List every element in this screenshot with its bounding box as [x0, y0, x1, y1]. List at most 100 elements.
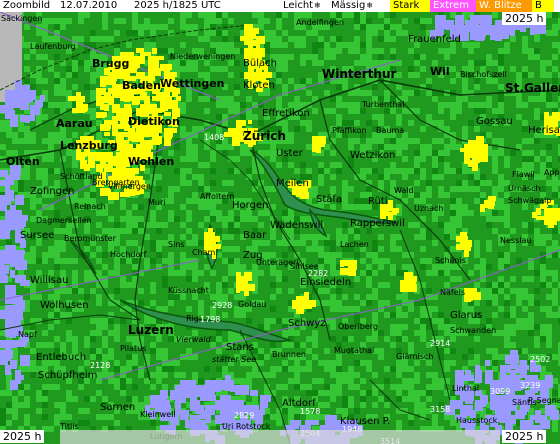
moderate-rain-cell [228, 258, 234, 264]
light-rain-cell [450, 234, 456, 240]
light-rain-cell [192, 372, 198, 378]
light-rain-cell [228, 102, 234, 108]
light-rain-cell [312, 54, 318, 60]
snow-cell [260, 405, 265, 415]
light-rain-cell [534, 156, 540, 162]
light-rain-cell [96, 294, 102, 300]
heavy-rain-cell [256, 72, 264, 78]
light-rain-cell [156, 354, 162, 360]
light-rain-cell [552, 312, 558, 318]
moderate-rain-cell [468, 120, 474, 126]
moderate-rain-cell [270, 282, 276, 288]
light-rain-cell [72, 270, 78, 276]
moderate-rain-cell [114, 288, 120, 294]
heavy-rain-cell [480, 156, 488, 162]
light-rain-cell [510, 276, 516, 282]
light-rain-cell [354, 60, 360, 66]
moderate-rain-cell [162, 276, 168, 282]
light-rain-cell [438, 186, 444, 192]
light-rain-cell [366, 60, 372, 66]
moderate-rain-cell [456, 180, 462, 186]
light-rain-cell [54, 402, 60, 408]
moderate-rain-cell [522, 156, 528, 162]
light-rain-cell [456, 276, 462, 282]
light-rain-cell [228, 234, 234, 240]
light-rain-cell [192, 354, 198, 360]
light-rain-cell [288, 288, 294, 294]
light-rain-cell [384, 402, 390, 408]
heavy-rain-cell [76, 92, 81, 101]
light-rain-cell [6, 132, 12, 138]
light-rain-cell [186, 180, 192, 186]
light-rain-cell [294, 366, 300, 372]
light-rain-cell [234, 312, 240, 318]
snow-cell [5, 365, 11, 375]
light-rain-cell [384, 282, 390, 288]
heavy-rain-cell [480, 144, 488, 152]
light-rain-cell [102, 324, 108, 330]
light-rain-cell [168, 252, 174, 258]
light-rain-cell [420, 66, 426, 72]
light-rain-cell [492, 354, 498, 360]
light-rain-cell [300, 54, 306, 60]
light-rain-cell [366, 168, 372, 174]
moderate-rain-cell [474, 180, 480, 186]
light-rain-cell [468, 186, 474, 192]
light-rain-cell [288, 366, 294, 372]
light-rain-cell [324, 366, 330, 372]
moderate-rain-cell [330, 240, 336, 246]
moderate-rain-cell [6, 402, 12, 408]
light-rain-cell [468, 48, 474, 54]
heavy-rain-cell [224, 132, 232, 137]
place-label: Urnäsch [508, 184, 541, 193]
heavy-rain-cell [532, 212, 537, 218]
light-rain-cell [504, 282, 510, 288]
light-rain-cell [540, 66, 546, 72]
moderate-rain-cell [378, 54, 384, 60]
light-rain-cell [372, 252, 378, 258]
moderate-rain-cell [534, 324, 540, 330]
light-rain-cell [378, 138, 384, 144]
moderate-rain-cell [486, 282, 492, 288]
light-rain-cell [246, 372, 252, 378]
light-rain-cell [132, 360, 138, 366]
light-rain-cell [432, 96, 438, 102]
light-rain-cell [414, 378, 420, 384]
light-rain-cell [120, 198, 126, 204]
light-rain-cell [174, 270, 180, 276]
light-rain-cell [396, 24, 402, 30]
light-rain-cell [372, 24, 378, 30]
moderate-rain-cell [294, 384, 300, 390]
moderate-rain-cell [336, 36, 342, 42]
heavy-rain-cell [104, 132, 110, 136]
light-rain-cell [474, 174, 480, 180]
light-rain-cell [264, 372, 270, 378]
light-rain-cell [216, 282, 222, 288]
light-rain-cell [372, 288, 378, 294]
legend-b: B [532, 0, 554, 12]
light-rain-cell [432, 372, 438, 378]
place-label: Luzern [128, 323, 174, 337]
light-rain-cell [138, 228, 144, 234]
snow-cell [510, 355, 519, 364]
moderate-rain-cell [66, 318, 72, 324]
place-label: Sursee [20, 230, 55, 241]
light-rain-cell [552, 420, 558, 426]
moderate-rain-cell [366, 18, 372, 24]
moderate-rain-cell [150, 246, 156, 252]
light-rain-cell [474, 300, 480, 306]
light-rain-cell [540, 270, 546, 276]
light-rain-cell [216, 66, 222, 72]
light-rain-cell [42, 138, 48, 144]
light-rain-cell [288, 330, 294, 336]
light-rain-cell [480, 270, 486, 276]
light-rain-cell [306, 78, 312, 84]
moderate-rain-cell [252, 180, 258, 186]
light-rain-cell [294, 330, 300, 336]
light-rain-cell [48, 426, 54, 432]
moderate-rain-cell [438, 222, 444, 228]
moderate-rain-cell [396, 336, 402, 342]
light-rain-cell [66, 258, 72, 264]
light-rain-cell [492, 348, 498, 354]
legend-label: Stark [393, 0, 420, 11]
